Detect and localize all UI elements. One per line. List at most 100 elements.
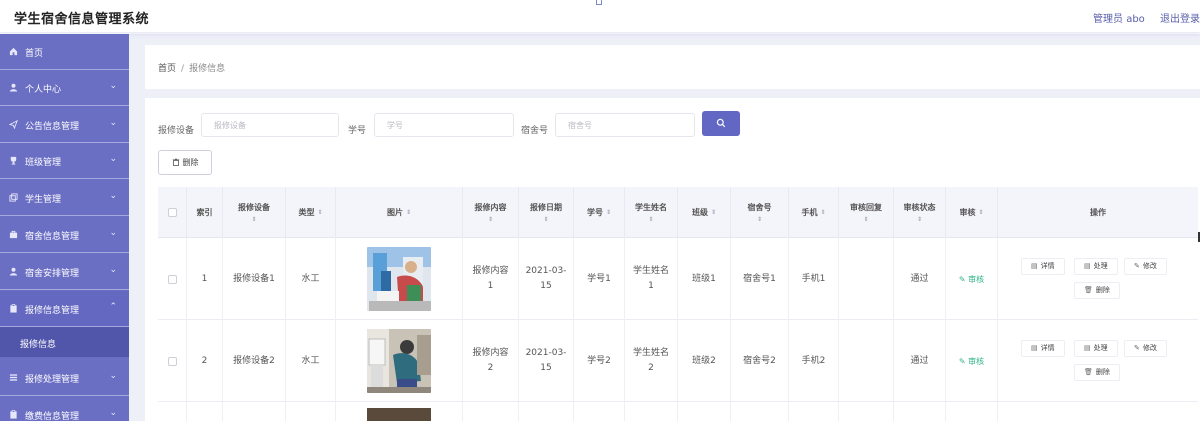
column-header-type[interactable]: 类型 ⇕	[286, 187, 336, 238]
sort-icon[interactable]: ⇕	[757, 216, 762, 224]
column-header-audit[interactable]: 审核 ⇕	[946, 187, 998, 238]
column-header-reply[interactable]: 审核回复 ⇕	[839, 187, 894, 238]
send-icon	[9, 120, 18, 129]
sidebar-item-notice-management[interactable]: 公告信息管理 ⌄	[0, 107, 129, 143]
sidebar-item-repair-info-management[interactable]: 报修信息管理 ⌃	[0, 291, 129, 327]
detail-button[interactable]: ▤ 详情	[1021, 258, 1065, 275]
process-button[interactable]: ▤ 处理	[1074, 340, 1118, 357]
table-row: 2 报修设备2 水工 报修内容 2 2021-03- 15 学号2 学生姓名 2…	[158, 320, 1198, 402]
column-header-label: 报修设备	[238, 202, 270, 212]
edit-label: 修改	[1142, 344, 1157, 352]
dorm-no-filter-input[interactable]	[555, 113, 695, 137]
image-cell	[336, 402, 463, 421]
row-checkbox[interactable]	[167, 274, 177, 284]
column-header-class[interactable]: 班级 ⇕	[678, 187, 731, 238]
row-checkbox[interactable]	[167, 356, 177, 366]
sidebar-item-personal-center[interactable]: 个人中心 ⌄	[0, 70, 129, 106]
device-filter-label: 报修设备	[158, 126, 195, 136]
sort-icon[interactable]: ⇕	[820, 209, 825, 217]
column-header-dorm-no[interactable]: 宿舍号 ⇕	[731, 187, 789, 238]
student-no-filter-input[interactable]	[374, 113, 514, 137]
status-cell: 通过	[894, 238, 946, 320]
repair-photo-thumbnail[interactable]	[367, 329, 431, 393]
sort-icon[interactable]: ⇕	[251, 216, 256, 224]
edit-label: 修改	[1142, 262, 1157, 270]
sort-icon[interactable]: ⇕	[978, 209, 983, 217]
logout-link[interactable]: 退出登录	[1160, 14, 1200, 25]
clipboard-icon	[9, 304, 18, 313]
chevron-down-icon: ⌄	[109, 154, 117, 164]
sort-icon[interactable]: ⇕	[406, 209, 411, 217]
sort-icon[interactable]: ⇕	[543, 216, 548, 224]
audit-link[interactable]: ✎ 审核	[959, 354, 984, 369]
date-line1: 2021-03-	[525, 348, 567, 358]
trophy-icon	[9, 156, 18, 165]
sidebar-item-repair-process-management[interactable]: 报修处理管理 ⌄	[0, 360, 129, 396]
actions-cell	[998, 402, 1198, 421]
sort-icon[interactable]: ⇕	[863, 216, 868, 224]
copy-icon	[9, 193, 18, 202]
sidebar-item-label: 宿舍信息管理	[25, 232, 80, 242]
column-header-status[interactable]: 审核状态 ⇕	[894, 187, 946, 238]
document-icon: ▤	[1084, 262, 1091, 270]
sort-icon[interactable]: ⇕	[917, 216, 922, 224]
column-header-student-name[interactable]: 学生姓名 ⇕	[625, 187, 678, 238]
detail-label: 详情	[1040, 344, 1055, 352]
sidebar-item-label: 首页	[25, 49, 44, 59]
device-filter-input[interactable]	[201, 113, 339, 137]
clipboard-icon	[9, 410, 18, 419]
user-icon	[9, 83, 18, 92]
document-icon: ▤	[1031, 344, 1038, 352]
edit-pen-icon: ✎	[1134, 262, 1140, 270]
breadcrumb-current: 报修信息	[189, 64, 226, 74]
student-no-cell: 学号2	[574, 320, 625, 402]
column-header-phone[interactable]: 手机 ⇕	[789, 187, 839, 238]
select-all-checkbox[interactable]	[167, 208, 177, 217]
sort-icon[interactable]: ⇕	[606, 209, 611, 217]
column-header-date[interactable]: 报修日期 ⇕	[519, 187, 574, 238]
sidebar-item-label: 班级管理	[25, 158, 62, 168]
date-cell	[519, 402, 574, 421]
sidebar-item-dorm-arrangement-management[interactable]: 宿舍安排管理 ⌄	[0, 254, 129, 290]
column-header-content[interactable]: 报修内容 ⇕	[463, 187, 519, 238]
edit-button[interactable]: ✎ 修改	[1124, 340, 1167, 357]
name-line2: 1	[648, 281, 654, 291]
reply-cell	[839, 238, 894, 320]
breadcrumb-home[interactable]: 首页	[158, 64, 176, 74]
briefcase-icon	[9, 230, 18, 239]
column-header-image[interactable]: 图片 ⇕	[336, 187, 463, 238]
sidebar-item-dorm-info-management[interactable]: 宿舍信息管理 ⌄	[0, 217, 129, 253]
column-header-label: 宿舍号	[747, 202, 772, 212]
sidebar-item-class-management[interactable]: 班级管理 ⌄	[0, 143, 129, 179]
search-button[interactable]	[702, 111, 740, 136]
delete-button[interactable]: 🗑 删除	[1074, 364, 1120, 381]
document-icon: ▤	[1084, 344, 1091, 352]
column-header-device[interactable]: 报修设备 ⇕	[223, 187, 286, 238]
process-button[interactable]: ▤ 处理	[1074, 258, 1118, 275]
sort-icon[interactable]: ⇕	[488, 216, 493, 224]
batch-delete-button[interactable]: 删除	[158, 150, 212, 175]
sidebar-item-student-management[interactable]: 学生管理 ⌄	[0, 180, 129, 216]
repair-photo-thumbnail[interactable]	[367, 247, 431, 311]
sidebar-item-fee-info-management[interactable]: 缴费信息管理 ⌄	[0, 397, 129, 421]
name-line2: 2	[648, 363, 654, 373]
sidebar-item-home[interactable]: 首页	[0, 34, 129, 70]
edit-button[interactable]: ✎ 修改	[1124, 258, 1167, 275]
sort-icon[interactable]: ⇕	[648, 216, 653, 224]
list-icon	[9, 373, 18, 382]
type-cell: 水工	[286, 320, 336, 402]
repair-photo-thumbnail[interactable]	[367, 408, 431, 421]
sidebar-subitem-repair-info[interactable]: 报修信息	[0, 327, 129, 357]
detail-button[interactable]: ▤ 详情	[1021, 340, 1065, 357]
sort-icon[interactable]: ⇕	[317, 209, 322, 217]
sort-icon[interactable]: ⇕	[711, 209, 716, 217]
student-name-cell: 学生姓名 1	[625, 238, 678, 320]
column-header-student-no[interactable]: 学号 ⇕	[574, 187, 625, 238]
delete-button[interactable]: 🗑 删除	[1074, 282, 1120, 299]
sidebar-item-label: 宿舍安排管理	[25, 269, 80, 279]
admin-user-label[interactable]: 管理员 abo	[1093, 14, 1145, 25]
sidebar-item-label: 学生管理	[25, 195, 62, 205]
sidebar-item-label: 报修信息管理	[25, 306, 80, 316]
audit-link[interactable]: ✎ 审核	[959, 272, 984, 287]
student-no-cell	[574, 402, 625, 421]
